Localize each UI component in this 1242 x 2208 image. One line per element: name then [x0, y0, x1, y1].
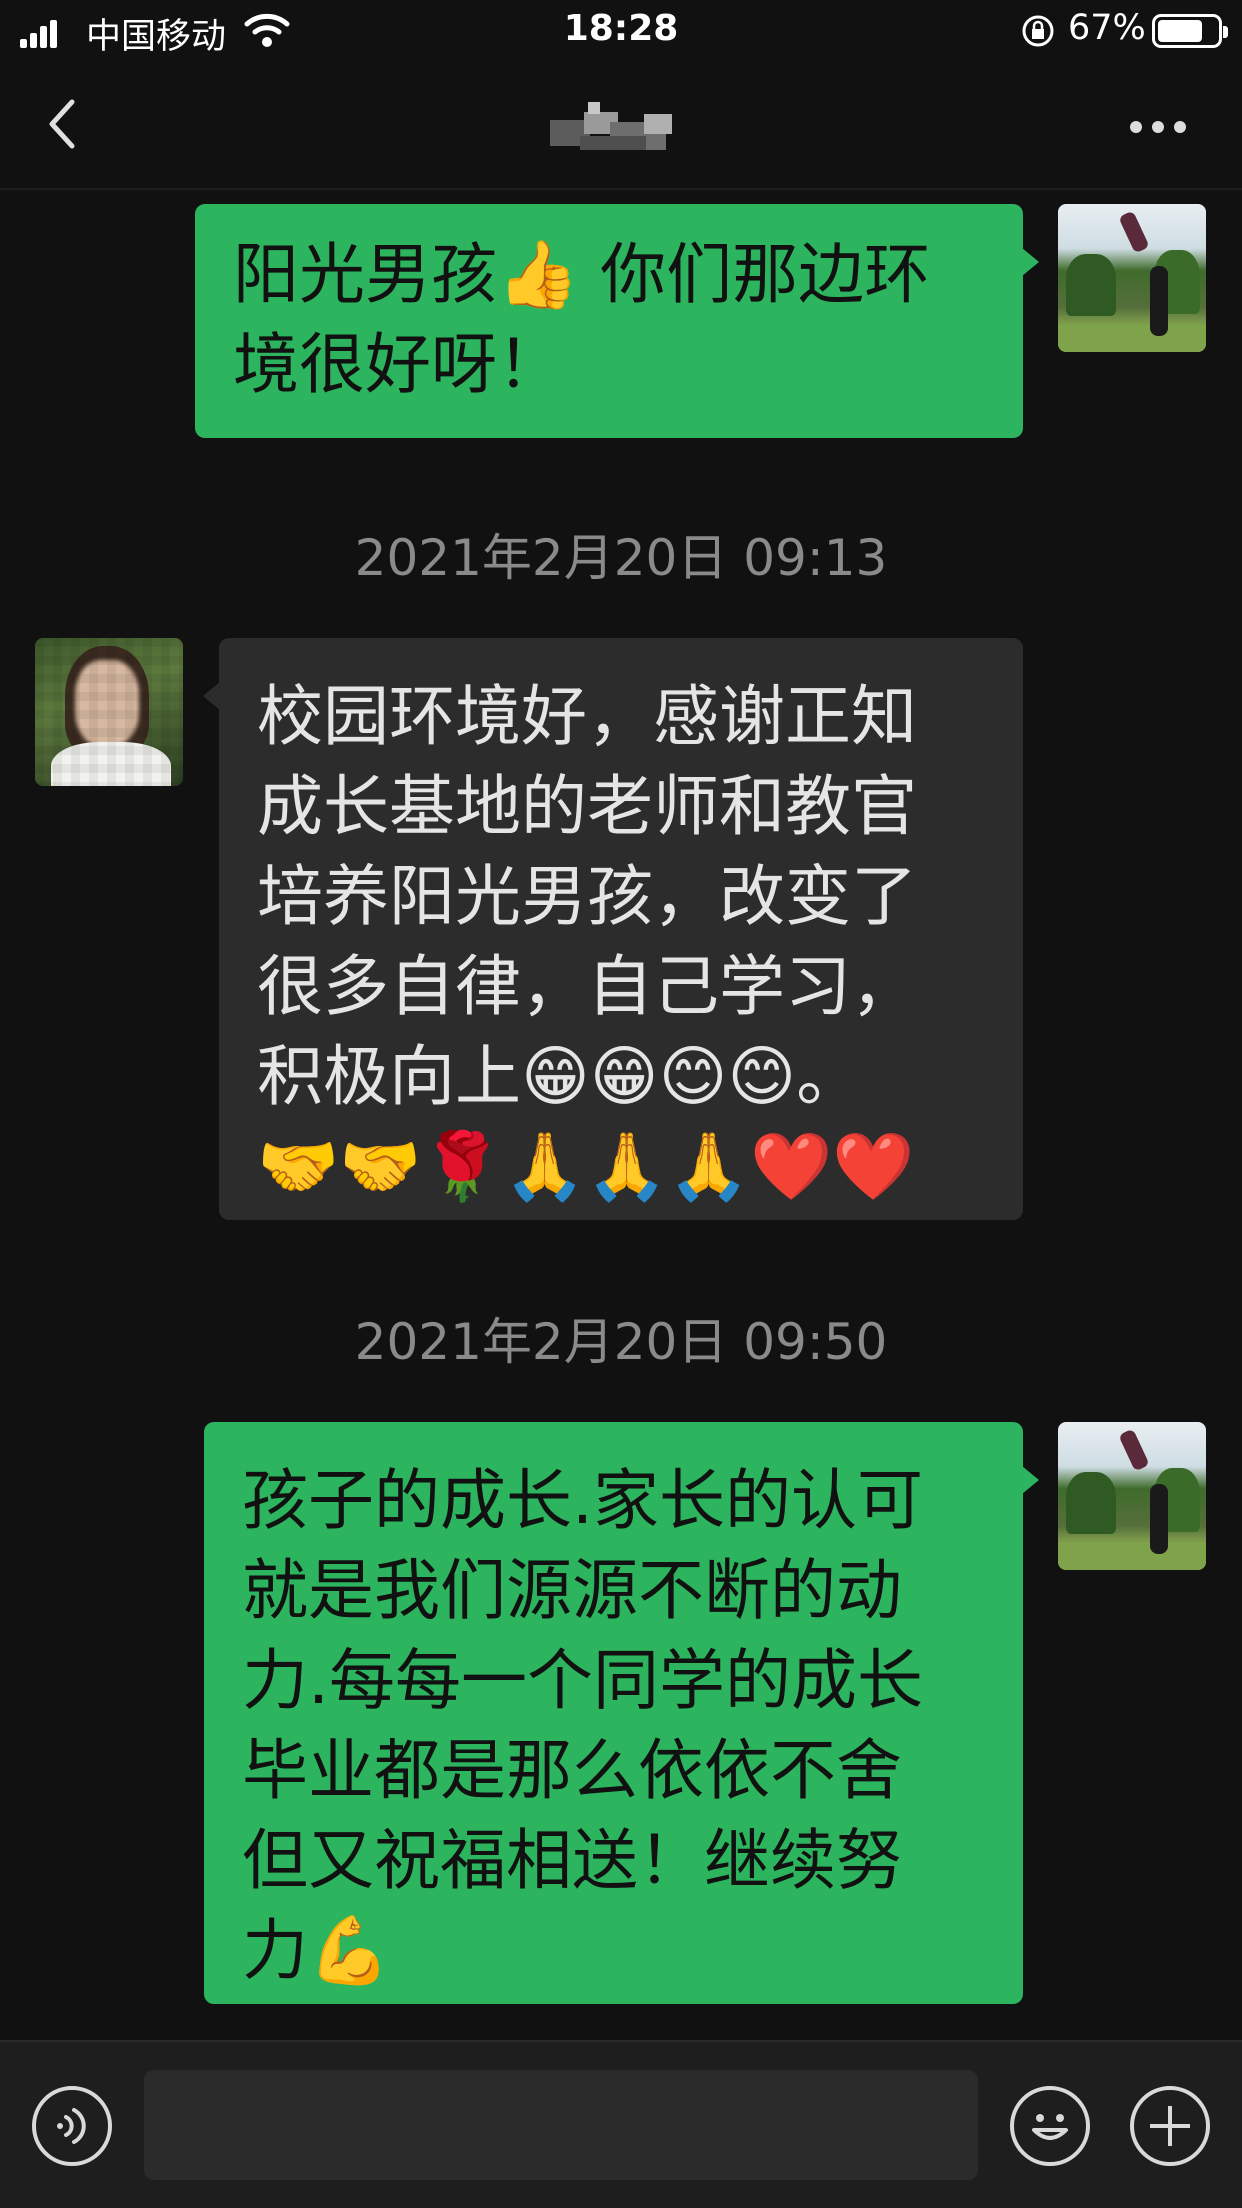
emoji-icon[interactable] — [1010, 2086, 1090, 2166]
message-text: 孩子的成长.家长的认可 就是我们源源不断的动 力.每每一个同学的成长 毕业都是那… — [242, 1462, 923, 1989]
more-dots-icon[interactable] — [1128, 116, 1188, 136]
chevron-left-icon[interactable] — [44, 94, 84, 154]
avatar-contact[interactable] — [35, 638, 183, 786]
message-bubble-incoming[interactable]: 校园环境好，感谢正知 成长基地的老师和教官 培养阳光男孩，改变了 很多自律，自己… — [203, 638, 1023, 1220]
message-timestamp: 2021年2月20日 09:50 — [354, 1313, 888, 1371]
chat-input-bar — [0, 2040, 1242, 2208]
message-text: 校园环境好，感谢正知 成长基地的老师和教官 培养阳光男孩，改变了 很多自律，自己… — [257, 678, 917, 1205]
status-bar: 中国移动 18:28 67% — [0, 0, 1242, 64]
avatar-self[interactable] — [1058, 204, 1206, 352]
battery-icon — [1152, 14, 1228, 48]
message-text: 阳光男孩👍 你们那边环 境很好呀！ — [233, 236, 931, 403]
message-bubble-outgoing[interactable]: 阳光男孩👍 你们那边环 境很好呀！ — [195, 204, 1039, 438]
chat-header — [0, 64, 1242, 190]
plus-icon[interactable] — [1130, 2086, 1210, 2166]
avatar-self[interactable] — [1058, 1422, 1206, 1570]
rotation-lock-icon — [1022, 15, 1054, 47]
voice-icon[interactable] — [32, 2086, 112, 2166]
message-input[interactable] — [144, 2070, 978, 2180]
clock: 18:28 — [563, 8, 679, 49]
message-bubble-outgoing[interactable]: 孩子的成长.家长的认可 就是我们源源不断的动 力.每每一个同学的成长 毕业都是那… — [204, 1422, 1039, 2004]
chat-title-blurred — [540, 94, 700, 158]
message-timestamp: 2021年2月20日 09:13 — [354, 529, 888, 587]
battery-percent: 67% — [1068, 8, 1146, 48]
